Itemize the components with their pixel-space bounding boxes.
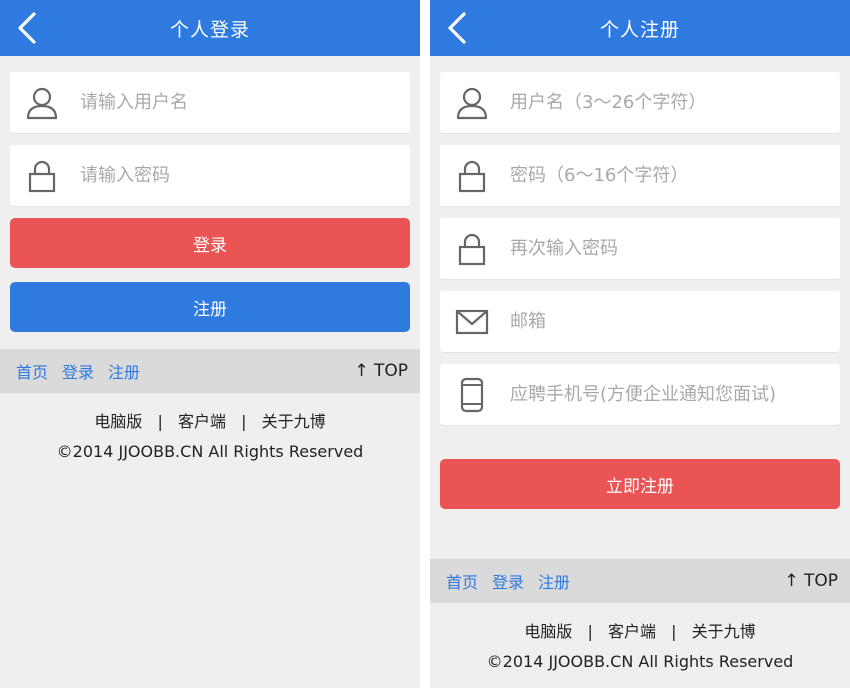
- register-button[interactable]: 注册: [10, 282, 410, 332]
- footer-nav: 首页 登录 注册 ↑ TOP: [430, 559, 850, 603]
- back-chevron-icon[interactable]: [444, 11, 470, 45]
- about-link[interactable]: 关于九博: [692, 622, 756, 641]
- page-title: 个人注册: [599, 18, 680, 41]
- back-chevron-icon[interactable]: [14, 11, 40, 45]
- copyright-text: ©2014 JJOOBB.CN All Rights Reserved: [486, 652, 794, 671]
- client-link[interactable]: 客户端: [178, 412, 226, 431]
- mail-icon: [440, 291, 504, 352]
- copyright-text: ©2014 JJOOBB.CN All Rights Reserved: [56, 442, 364, 461]
- user-icon: [440, 72, 504, 133]
- reg-confirm-field: [440, 217, 840, 280]
- reg-username-field: [440, 71, 840, 134]
- submit-register-button[interactable]: 立即注册: [440, 459, 840, 509]
- register-form: 立即注册: [430, 56, 850, 509]
- reg-password-field: [440, 144, 840, 207]
- reg-email-input[interactable]: [504, 290, 840, 353]
- lock-icon: [440, 218, 504, 279]
- divider: |: [241, 412, 247, 431]
- lock-icon: [440, 145, 504, 206]
- register-header: 个人注册: [430, 0, 850, 56]
- password-input[interactable]: [74, 144, 410, 207]
- footer-links: 电脑版 | 客户端 | 关于九博: [0, 408, 420, 432]
- page-title: 个人登录: [169, 18, 250, 41]
- back-to-top-link[interactable]: ↑ TOP: [784, 571, 838, 591]
- nav-register-link[interactable]: 注册: [108, 359, 140, 383]
- reg-confirm-input[interactable]: [504, 217, 840, 280]
- reg-username-input[interactable]: [504, 71, 840, 134]
- login-form: 登录 注册: [0, 56, 420, 332]
- password-field: [10, 144, 410, 207]
- about-link[interactable]: 关于九博: [262, 412, 326, 431]
- reg-email-field: [440, 290, 840, 353]
- login-button[interactable]: 登录: [10, 218, 410, 268]
- nav-home-link[interactable]: 首页: [16, 359, 48, 383]
- pc-version-link[interactable]: 电脑版: [524, 622, 572, 641]
- divider: |: [671, 622, 677, 641]
- nav-login-link[interactable]: 登录: [62, 359, 94, 383]
- reg-phone-field: [440, 363, 840, 426]
- footer-links: 电脑版 | 客户端 | 关于九博: [430, 618, 850, 642]
- login-screen: 个人登录 请输入用户名 登录 注册 首页 登录 注册 ↑ TOP 电脑版 | 客…: [0, 0, 420, 688]
- user-icon: [10, 72, 74, 133]
- username-input[interactable]: [74, 71, 410, 134]
- login-header: 个人登录: [0, 0, 420, 56]
- reg-password-input[interactable]: [504, 144, 840, 207]
- username-field: [10, 71, 410, 134]
- divider: |: [157, 412, 163, 431]
- reg-phone-input[interactable]: [504, 363, 840, 426]
- back-to-top-link[interactable]: ↑ TOP: [354, 361, 408, 381]
- register-screen: 个人注册 用户名（3～26个字符） 邮箱 应聘手机号(方便企业通知您面试) 立即…: [430, 0, 850, 688]
- client-link[interactable]: 客户端: [608, 622, 656, 641]
- phone-icon: [440, 364, 504, 425]
- pc-version-link[interactable]: 电脑版: [94, 412, 142, 431]
- footer-nav: 首页 登录 注册 ↑ TOP: [0, 349, 420, 393]
- nav-register-link[interactable]: 注册: [538, 569, 570, 593]
- divider: |: [587, 622, 593, 641]
- nav-login-link[interactable]: 登录: [492, 569, 524, 593]
- nav-home-link[interactable]: 首页: [446, 569, 478, 593]
- lock-icon: [10, 145, 74, 206]
